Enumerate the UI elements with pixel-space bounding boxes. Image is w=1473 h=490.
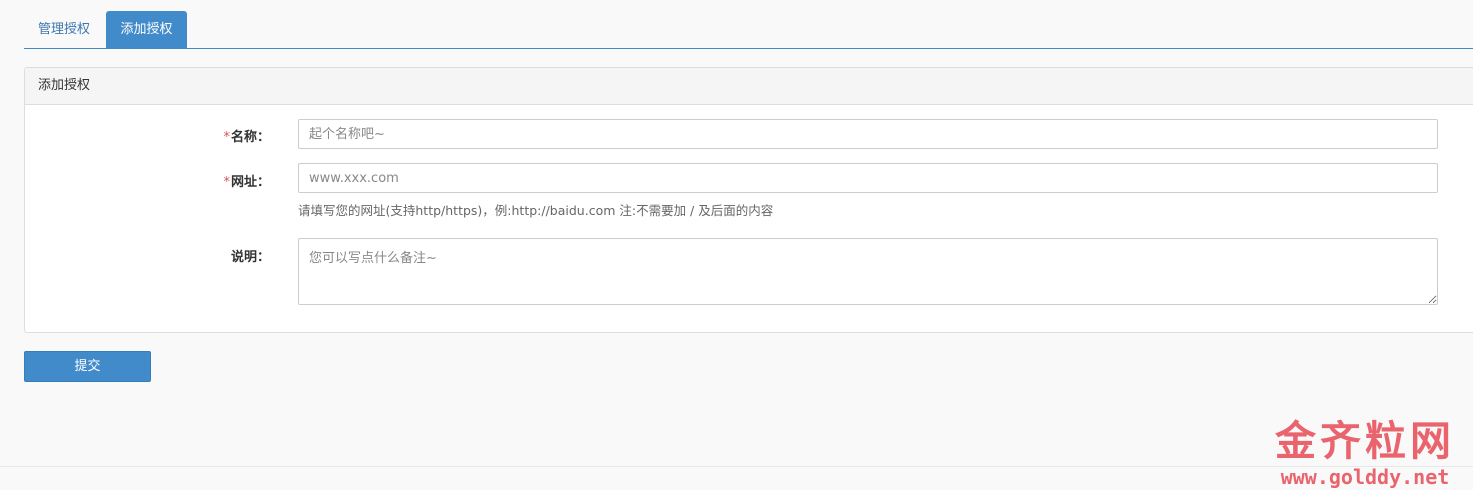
name-label: *名称： [25,126,270,145]
tab-bar: 管理授权 添加授权 [24,11,1473,49]
tab-add-auth[interactable]: 添加授权 [106,11,187,48]
name-label-text: 名称： [230,130,270,145]
description-textarea[interactable] [298,238,1438,305]
name-input[interactable] [298,119,1438,149]
tab-manage-auth[interactable]: 管理授权 [24,11,104,48]
panel-title: 添加授权 [25,68,1473,105]
description-label-text: 说明： [230,250,270,265]
url-label-text: 网址： [230,175,270,190]
watermark-cn-text: 金齐粒网 [1275,417,1455,465]
url-input[interactable] [298,163,1438,193]
watermark-logo: 金齐粒网 www.golddy.net [1275,416,1455,488]
url-label: *网址： [25,171,270,190]
page: 管理授权 添加授权 添加授权 *名称： *网址： 请填写您的网址(支持http/… [0,0,1473,490]
required-mark: * [223,175,230,190]
url-help-text: 请填写您的网址(支持http/https)，例:http://baidu.com… [298,203,774,218]
add-auth-panel: 添加授权 *名称： *网址： 请填写您的网址(支持http/https)，例:h… [24,67,1473,333]
watermark-url-text: www.golddy.net [1280,465,1450,489]
submit-button[interactable]: 提交 [24,351,151,382]
description-label: 说明： [25,246,270,265]
footer-divider [0,466,1473,467]
required-mark: * [223,130,230,145]
